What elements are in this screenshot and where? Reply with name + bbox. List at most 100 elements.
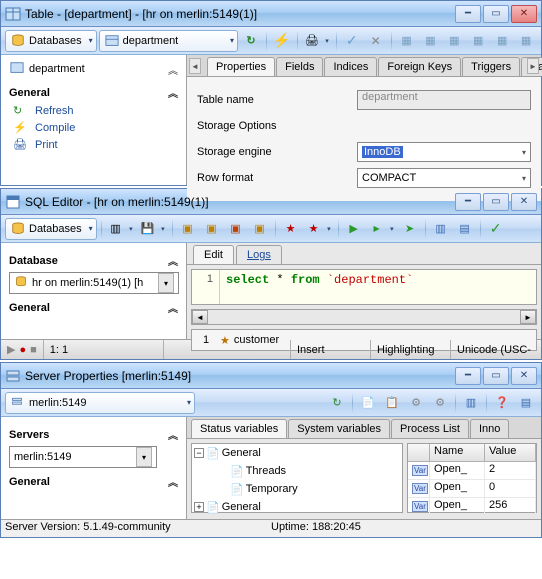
cancel-button[interactable]: ✕ [365,30,387,52]
minimize-button[interactable]: ━ [455,367,481,385]
scroll-left-button[interactable]: ◄ [192,310,208,324]
record-icon[interactable]: ● [19,344,26,356]
chevron-up-icon[interactable]: ︽ [168,62,178,77]
help-button[interactable]: ❓ [491,392,513,414]
sidebar-item-compile[interactable]: ⚡ Compile [13,121,178,135]
servers-header[interactable]: Servers ︽ [9,427,178,442]
storage-engine-select[interactable]: InnoDB [357,142,531,162]
tool-button[interactable]: ▦ [443,30,465,52]
table-name-input[interactable]: department [357,90,531,110]
gear-button[interactable]: ⚙ [405,392,427,414]
grid-row[interactable]: Var Open_ 256 [408,498,536,516]
general-header[interactable]: General ︽ [9,300,178,315]
tool-button[interactable]: ▦ [467,30,489,52]
tree-row[interactable]: 📄 Temporary [192,480,402,498]
refresh-button[interactable]: ↻ [326,392,348,414]
tool-button[interactable]: ▦ [491,30,513,52]
titlebar[interactable]: Table - [department] - [hr on merlin:514… [1,1,541,27]
tool-button[interactable]: ▥ [430,218,452,240]
tool-button[interactable]: ▣ [201,218,223,240]
maximize-button[interactable]: ▭ [483,5,509,23]
collapse-icon[interactable]: − [194,448,204,458]
print-button[interactable]: 🖨 [302,30,332,52]
tab-scroll-right[interactable]: ► [527,58,539,74]
tool-button[interactable]: ★ [280,218,302,240]
table-combo[interactable]: department [99,30,238,52]
server-select[interactable]: merlin:5149 [9,446,157,468]
tree-row[interactable]: − 📄 General [192,444,402,462]
tool-button[interactable]: ★ [304,218,334,240]
commit-button[interactable]: ✓ [341,30,363,52]
tab-process-list[interactable]: Process List [391,419,469,438]
server-combo[interactable]: merlin:5149 [5,392,195,414]
save-button[interactable]: 💾 [138,218,168,240]
grid-row[interactable]: Var Open_ 2 [408,462,536,480]
run-button[interactable]: ▶ [343,218,365,240]
variables-grid[interactable]: Name Value Var Open_ 2 Var Open_ 0 Var [407,443,537,513]
general-header[interactable]: General ︽ [9,85,178,100]
tree-item[interactable]: department ︽ [9,59,178,79]
chevron-up-icon: ︽ [168,427,178,442]
panel-button[interactable]: ▤ [515,392,537,414]
database-select[interactable]: hr on merlin:5149(1) [h [9,272,179,294]
tool-button[interactable]: ▤ [454,218,476,240]
play-icon[interactable]: ▶ [7,343,15,356]
commit-button[interactable]: ✓ [485,218,507,240]
sidebar-item-refresh[interactable]: ↻ Refresh [13,104,178,118]
tab-fields[interactable]: Fields [276,57,323,76]
close-button[interactable]: ✕ [511,367,537,385]
close-button[interactable]: ✕ [511,193,537,211]
copy-button[interactable]: 📋 [381,392,403,414]
tab-edit[interactable]: Edit [193,245,234,264]
panel-button[interactable]: ▥ [460,392,482,414]
tool-button[interactable]: ▦ [515,30,537,52]
tab-properties[interactable]: Properties [207,57,275,76]
titlebar[interactable]: Server Properties [merlin:5149] ━ ▭ ✕ [1,363,541,389]
refresh-button[interactable]: ↻ [240,30,262,52]
tool-button[interactable]: ▣ [177,218,199,240]
new-button[interactable]: ▥ [106,218,136,240]
tab-scroll-left[interactable]: ◄ [189,58,201,74]
tab-logs[interactable]: Logs [236,245,282,264]
databases-combo[interactable]: Databases [5,218,97,240]
expand-icon[interactable]: + [194,502,204,512]
minimize-button[interactable]: ━ [455,193,481,211]
minimize-button[interactable]: ━ [455,5,481,23]
tool-button[interactable]: ▣ [225,218,247,240]
tree-row[interactable]: 📄 Threads [192,462,402,480]
tree-row[interactable]: + 📄 General [192,498,402,516]
tab-system-variables[interactable]: System variables [288,419,390,438]
gear-button[interactable]: ⚙ [429,392,451,414]
category-tree[interactable]: − 📄 General 📄 Threads 📄 Temporary [191,443,403,513]
col-value-header[interactable]: Value [485,444,536,462]
sidebar: department ︽ General ︽ ↻ Refresh ⚡ Compi… [1,55,187,185]
compile-button[interactable]: ⚡ [271,30,293,52]
tab-indices[interactable]: Indices [324,57,377,76]
code-editor[interactable]: 1 select * from `department` [191,269,537,305]
tab-innodb[interactable]: Inno [470,419,509,438]
tool-button[interactable]: ▦ [396,30,418,52]
sidebar-item-print[interactable]: 🖨 Print [13,138,178,152]
stop-icon[interactable]: ■ [30,344,37,356]
database-header[interactable]: Database ︽ [9,253,178,268]
tool-button[interactable]: ➤ [399,218,421,240]
tab-status-variables[interactable]: Status variables [191,419,287,438]
run-options-button[interactable]: ▶ [367,218,397,240]
grid-row[interactable]: Var Open_ 0 [408,480,536,498]
tool-button[interactable]: ▦ [419,30,441,52]
maximize-button[interactable]: ▭ [483,367,509,385]
tab-foreign-keys[interactable]: Foreign Keys [378,57,461,76]
col-name-header[interactable]: Name [430,444,485,462]
row-format-select[interactable]: COMPACT [357,168,531,188]
databases-combo[interactable]: Databases [5,30,97,52]
close-button[interactable]: ✕ [511,5,537,23]
maximize-button[interactable]: ▭ [483,193,509,211]
page-icon: ▥ [110,222,120,235]
scroll-right-button[interactable]: ► [520,310,536,324]
tab-triggers[interactable]: Triggers [462,57,520,76]
code-text[interactable]: select * from `department` [220,270,536,304]
general-header[interactable]: General ︽ [9,474,178,489]
tool-button[interactable]: ▣ [249,218,271,240]
export-button[interactable]: 📄 [357,392,379,414]
horizontal-scrollbar[interactable]: ◄ ► [191,309,537,325]
